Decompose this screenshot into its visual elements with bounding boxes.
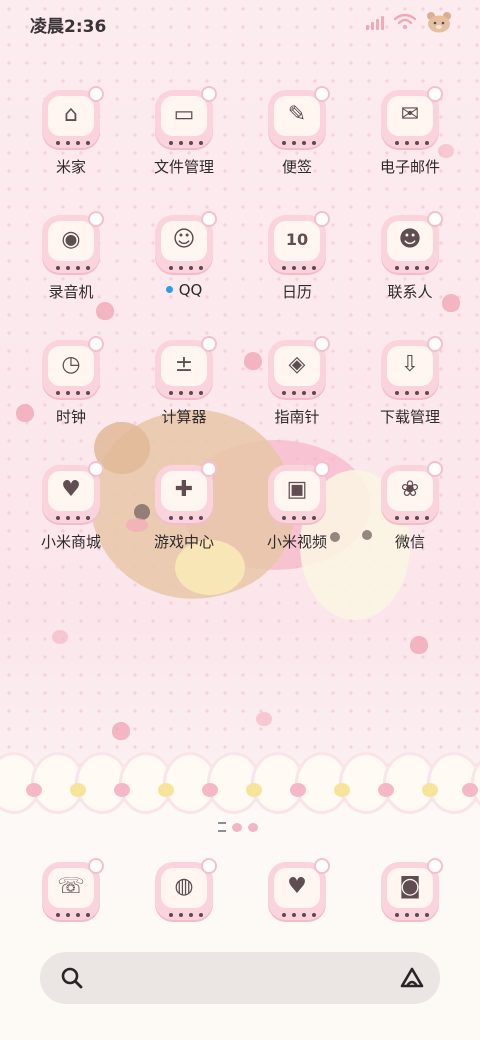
app-label: 录音机 — [48, 283, 94, 301]
strawberry-decoration — [112, 722, 130, 740]
recorder-icon: ◉ — [61, 227, 81, 252]
status-bar: 凌晨2:36 — [0, 0, 480, 44]
app-email[interactable]: ✉ 电子邮件 — [365, 86, 455, 177]
app-label: 米家 — [55, 158, 86, 176]
dock-camera[interactable]: ◙ — [365, 858, 455, 920]
dock-messages[interactable]: ♥ — [252, 858, 342, 920]
strawberry-decoration — [410, 636, 428, 654]
calculator-icon: ± — [174, 352, 194, 377]
contacts-icon: ☻ — [398, 227, 422, 252]
app-label: 小米商城 — [40, 533, 101, 551]
app-label: 日历 — [281, 283, 312, 301]
clock-icon: ◷ — [61, 352, 81, 377]
app-wechat[interactable]: ❀ 微信 — [365, 461, 455, 552]
strawberry-decoration — [96, 302, 114, 320]
page-indicator[interactable] — [218, 822, 258, 832]
mail-icon: ✉ — [400, 102, 420, 127]
house-icon: ⌂ — [64, 102, 78, 127]
app-contacts[interactable]: ☻ 联系人 — [365, 211, 455, 302]
app-label: 游戏中心 — [153, 533, 214, 551]
assistant-icon[interactable] — [398, 964, 426, 992]
app-mi-store[interactable]: ♥ 小米商城 — [26, 461, 116, 552]
app-file-manager[interactable]: ▭ 文件管理 — [139, 86, 229, 177]
app-label: 指南针 — [274, 408, 320, 426]
search-icon[interactable] — [60, 966, 84, 990]
page-indicator-bars-icon — [218, 822, 226, 832]
dock-browser[interactable]: ◍ — [139, 858, 229, 920]
app-notes[interactable]: ✎ 便签 — [252, 86, 342, 177]
app-mijia[interactable]: ⌂ 米家 — [26, 86, 116, 177]
search-bar[interactable] — [40, 952, 440, 1004]
app-clock[interactable]: ◷ 时钟 — [26, 336, 116, 427]
app-label: QQ — [178, 281, 203, 299]
messages-icon: ♥ — [287, 874, 307, 899]
new-notification-dot — [165, 286, 173, 293]
app-label: 文件管理 — [153, 158, 214, 176]
app-label: 小米视频 — [266, 533, 327, 551]
bear-battery-icon — [426, 11, 452, 33]
page-indicator-paw-icon — [248, 822, 258, 832]
dock-phone[interactable]: ☏ — [26, 858, 116, 920]
paw-decoration — [256, 712, 272, 726]
app-calendar[interactable]: 10 日历 — [252, 211, 342, 302]
penguin-icon: ☺ — [172, 227, 196, 252]
app-qq[interactable]: ☺ QQ — [139, 211, 229, 299]
compass-icon: ◈ — [288, 352, 306, 377]
app-label: 时钟 — [55, 408, 86, 426]
folder-icon: ▭ — [173, 102, 195, 127]
wifi-icon — [393, 13, 417, 30]
app-calculator[interactable]: ± 计算器 — [139, 336, 229, 427]
page-indicator-paw-icon — [232, 822, 242, 832]
browser-globe-icon: ◍ — [174, 874, 194, 899]
app-game-center[interactable]: ✚ 游戏中心 — [139, 461, 229, 552]
signal-bars-icon — [366, 14, 384, 30]
app-compass[interactable]: ◈ 指南针 — [252, 336, 342, 427]
phone-icon: ☏ — [57, 874, 85, 899]
tv-icon: ▣ — [286, 477, 308, 502]
app-downloads[interactable]: ⇩ 下载管理 — [365, 336, 455, 427]
app-label: 电子邮件 — [379, 158, 440, 176]
app-label: 微信 — [394, 533, 425, 551]
paw-decoration — [52, 630, 68, 644]
app-recorder[interactable]: ◉ 录音机 — [26, 211, 116, 302]
app-label: 联系人 — [387, 283, 433, 301]
gamepad-icon: ✚ — [174, 477, 194, 502]
calendar-icon: 10 — [285, 230, 309, 249]
camera-icon: ◙ — [399, 874, 421, 899]
lace-border — [0, 755, 480, 815]
app-mi-video[interactable]: ▣ 小米视频 — [252, 461, 342, 552]
shop-icon: ♥ — [61, 477, 81, 502]
app-label: 下载管理 — [379, 408, 440, 426]
app-label: 计算器 — [161, 408, 207, 426]
status-time: 凌晨2:36 — [30, 17, 107, 37]
app-label: 便签 — [281, 158, 312, 176]
download-icon: ⇩ — [400, 352, 420, 377]
bunny-chat-icon: ❀ — [400, 477, 420, 502]
notebook-pen-icon: ✎ — [287, 102, 307, 127]
